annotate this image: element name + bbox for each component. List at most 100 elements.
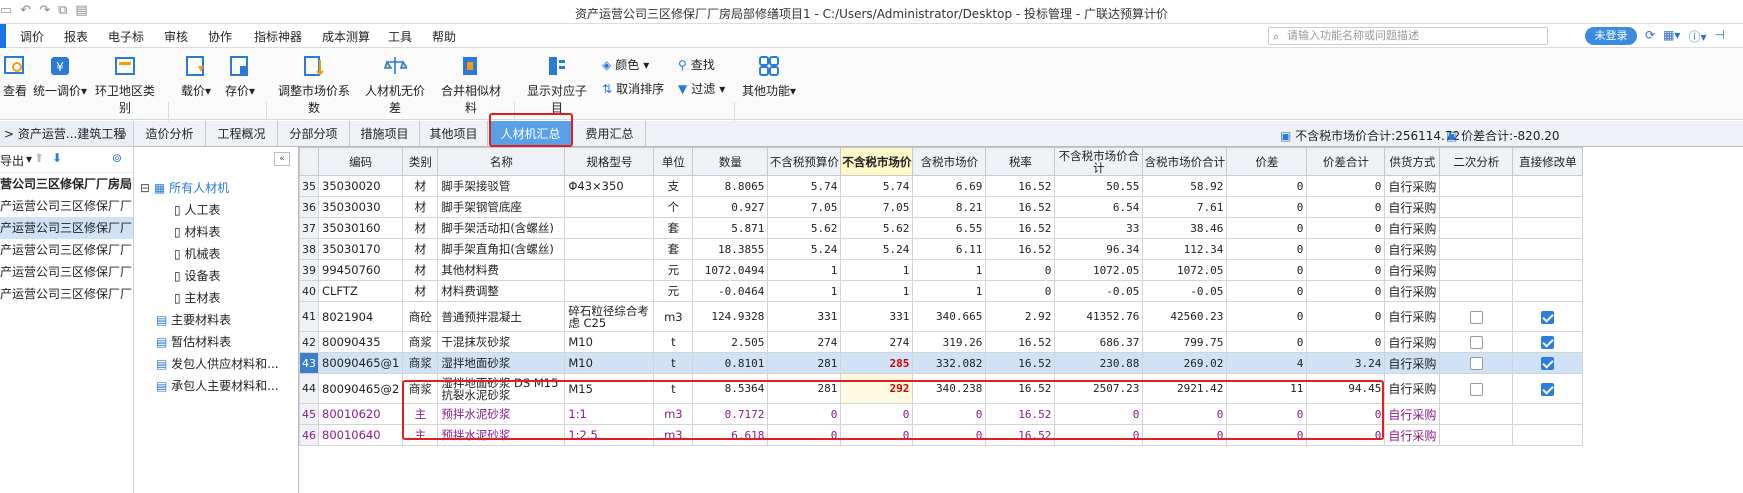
file-menu-tab[interactable] (0, 24, 6, 48)
cell-direct-edit[interactable] (1512, 280, 1584, 302)
cell-market[interactable]: 285 (840, 352, 914, 374)
cell-secondary-analysis[interactable] (1439, 403, 1514, 425)
cell-name[interactable]: 其他材料费 (437, 259, 566, 281)
tab-fee-summary[interactable]: 费用汇总 (574, 121, 646, 147)
row-number[interactable]: 44 (299, 373, 319, 404)
tree-item-provisional[interactable]: ▤ 暂估材料表 (156, 333, 231, 350)
cell-rate[interactable]: 16.52 (985, 196, 1056, 218)
cell-direct-edit[interactable] (1512, 259, 1584, 281)
project-unit-item[interactable]: 产运营公司三区修保厂厂... (0, 217, 133, 239)
cell-tax_sum[interactable]: -0.05 (1142, 280, 1228, 302)
cell-budget[interactable]: 5.74 (767, 175, 842, 197)
pin-icon[interactable]: ⊣ (1714, 28, 1724, 45)
cell-qty[interactable]: 0.8101 (692, 352, 769, 374)
col-header[interactable]: 含税市场价合计 (1142, 147, 1228, 176)
cell-cat[interactable]: 材 (402, 175, 439, 197)
cell-rate[interactable]: 0 (985, 259, 1056, 281)
cell-supply[interactable]: 自行采购 (1384, 424, 1441, 446)
menu-tools[interactable]: 工具 (388, 28, 412, 45)
cell-supply[interactable]: 自行采购 (1384, 403, 1441, 425)
cell-rate[interactable]: 0 (985, 280, 1056, 302)
cell-tax_sum[interactable]: 112.34 (1142, 238, 1228, 260)
cell-secondary-analysis[interactable] (1439, 352, 1514, 374)
menu-index-tool[interactable]: 指标神器 (254, 28, 302, 45)
show-sub-item-button[interactable]: 显示对应子目 (522, 54, 592, 116)
cell-cat[interactable]: 材 (402, 238, 439, 260)
col-header[interactable]: 类别 (402, 147, 439, 176)
project-unit-item[interactable]: 产运营公司三区修保厂厂... (0, 261, 133, 283)
cell-tax_sum[interactable]: 38.46 (1142, 217, 1228, 239)
cell-code[interactable]: 35030020 (317, 175, 404, 197)
cell-unit[interactable]: t (653, 352, 694, 374)
cell-supply[interactable]: 自行采购 (1384, 280, 1441, 302)
cell-secondary-analysis[interactable] (1439, 331, 1514, 353)
sanitation-area-button[interactable]: 环卫地区类别 (92, 54, 158, 116)
cell-cat[interactable]: 材 (402, 217, 439, 239)
cell-tax_sum[interactable]: 1072.05 (1142, 259, 1228, 281)
cell-rate[interactable]: 16.52 (985, 217, 1056, 239)
cell-sum[interactable]: 50.55 (1054, 175, 1144, 197)
cell-diff_sum[interactable]: 0 (1306, 217, 1386, 239)
project-root-item[interactable]: 营公司三区修保厂厂房局... (0, 173, 133, 195)
cell-sum[interactable]: 41352.76 (1054, 301, 1144, 332)
cell-qty[interactable]: 5.871 (692, 217, 769, 239)
load-price-button[interactable]: 载价▾ (178, 54, 214, 99)
cell-tax_market[interactable]: 1 (912, 280, 987, 302)
cell-code[interactable]: 8021904 (317, 301, 404, 332)
cell-spec[interactable] (564, 196, 655, 218)
cell-qty[interactable]: 1072.0494 (692, 259, 769, 281)
cell-tax_market[interactable]: 332.082 (912, 352, 987, 374)
cell-name[interactable]: 湿拌地面砂浆 (437, 352, 566, 374)
cell-budget[interactable]: 281 (767, 352, 842, 374)
cell-tax_sum[interactable]: 58.92 (1142, 175, 1228, 197)
find-button[interactable]: ⚲ 查找 (678, 56, 715, 73)
cell-code[interactable]: 80010620 (317, 403, 404, 425)
col-header[interactable]: 不含税预算价 (767, 147, 842, 176)
row-number[interactable]: 37 (299, 217, 319, 239)
color-button[interactable]: ◈ 颜色 ▾ (602, 56, 649, 73)
cell-unit[interactable]: t (653, 331, 694, 353)
cell-tax_market[interactable]: 6.69 (912, 175, 987, 197)
cell-cat[interactable]: 材 (402, 259, 439, 281)
checkbox[interactable] (1541, 357, 1555, 370)
cell-direct-edit[interactable] (1512, 175, 1584, 197)
cell-qty[interactable]: 2.505 (692, 331, 769, 353)
tree-item-labor[interactable]: ▯ 人工表 (174, 201, 220, 218)
cell-unit[interactable]: m3 (653, 301, 694, 332)
col-header[interactable]: 规格型号 (564, 147, 655, 176)
cell-unit[interactable]: 个 (653, 196, 694, 218)
cell-tax_sum[interactable]: 269.02 (1142, 352, 1228, 374)
cell-sum[interactable]: 96.34 (1054, 238, 1144, 260)
cell-budget[interactable]: 331 (767, 301, 842, 332)
cell-secondary-analysis[interactable] (1439, 301, 1514, 332)
cell-name[interactable]: 脚手架直角扣(含螺丝) (437, 238, 566, 260)
cancel-sort-button[interactable]: ⇅ 取消排序 (602, 80, 664, 97)
cell-market[interactable]: 7.05 (840, 196, 914, 218)
tree-item-key-materials[interactable]: ▤ 主要材料表 (156, 311, 231, 328)
table-row[interactable]: 36 35030030 材脚手架钢管底座个 0.927 7.05 7.05 8.21 16.5… (299, 196, 1584, 218)
project-unit-item[interactable]: 产运营公司三区修保厂厂... (0, 283, 133, 305)
cell-market[interactable]: 5.74 (840, 175, 914, 197)
cell-secondary-analysis[interactable] (1439, 280, 1514, 302)
tab-divisions[interactable]: 分部分项 (278, 121, 350, 147)
cell-budget[interactable]: 1 (767, 259, 842, 281)
no-price-diff-button[interactable]: 人材机无价差 (360, 54, 430, 116)
login-button[interactable]: 未登录 (1585, 27, 1637, 45)
cell-rate[interactable]: 16.52 (985, 175, 1056, 197)
cell-supply[interactable]: 自行采购 (1384, 352, 1441, 374)
cell-budget[interactable]: 274 (767, 331, 842, 353)
cell-spec[interactable]: M10 (564, 331, 655, 353)
cell-cat[interactable]: 商浆 (402, 331, 439, 353)
tree-item-machine[interactable]: ▯ 机械表 (174, 245, 220, 262)
cell-secondary-analysis[interactable] (1439, 259, 1514, 281)
row-number[interactable]: 43 (299, 352, 319, 374)
cell-unit[interactable]: 支 (653, 175, 694, 197)
col-header[interactable]: 税率 (985, 147, 1056, 176)
cell-qty[interactable]: 18.3855 (692, 238, 769, 260)
cell-secondary-analysis[interactable] (1439, 373, 1514, 404)
cell-sum[interactable]: 230.88 (1054, 352, 1144, 374)
cell-diff[interactable]: 0 (1226, 238, 1308, 260)
cell-supply[interactable]: 自行采购 (1384, 259, 1441, 281)
cell-diff[interactable]: 4 (1226, 352, 1308, 374)
cell-code[interactable]: 35030160 (317, 217, 404, 239)
